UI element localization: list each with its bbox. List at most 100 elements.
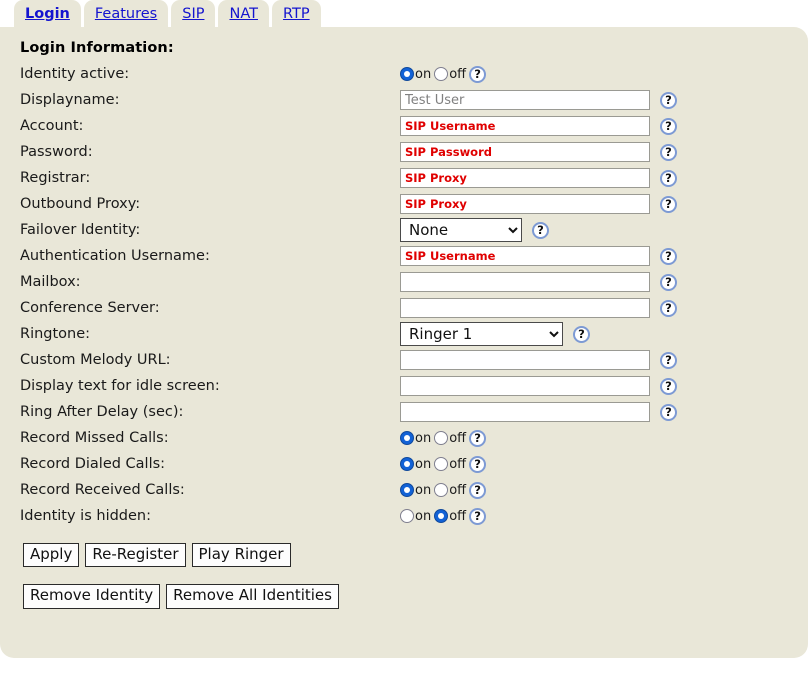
- radio-option-off-record-missed-calls[interactable]: off: [434, 431, 466, 446]
- input-password[interactable]: [400, 142, 650, 162]
- help-icon-record-received-calls[interactable]: ?: [469, 481, 487, 499]
- form-row-outbound-proxy: Outbound Proxy:?: [20, 191, 808, 217]
- tab-label: Login: [25, 5, 70, 22]
- radio-off-identity-is-hidden[interactable]: [434, 509, 449, 523]
- radio-label-off: off: [449, 508, 467, 524]
- help-icon-conference-server[interactable]: ?: [660, 299, 677, 317]
- radio-on-record-dialed-calls[interactable]: [400, 457, 414, 471]
- help-icon-authentication-username[interactable]: ?: [660, 247, 677, 265]
- label-outbound-proxy: Outbound Proxy:: [20, 196, 141, 212]
- form-row-record-received-calls: Record Received Calls: on off?: [20, 477, 808, 503]
- play-ringer-button[interactable]: Play Ringer: [191, 543, 291, 568]
- help-icon-registrar[interactable]: ?: [660, 169, 677, 187]
- remove-all-identities-button[interactable]: Remove All Identities: [166, 584, 339, 609]
- control-identity-is-hidden: on off?: [400, 507, 487, 525]
- form-row-identity-active: Identity active: on off?: [20, 61, 808, 87]
- tab-login[interactable]: Login: [14, 0, 81, 27]
- control-account: ?: [400, 116, 677, 136]
- help-icon-identity-active[interactable]: ?: [469, 65, 487, 83]
- help-icon-ring-after-delay-sec[interactable]: ?: [660, 403, 677, 421]
- control-mailbox: ?: [400, 272, 677, 292]
- label-identity-is-hidden: Identity is hidden:: [20, 508, 151, 524]
- form-row-displayname: Displayname:?: [20, 87, 808, 113]
- radio-off-record-received-calls[interactable]: [434, 483, 449, 497]
- form-row-ringtone: Ringtone: Ringer 1?: [20, 321, 808, 347]
- primary-button-row: Apply Re-Register Play Ringer: [23, 543, 808, 568]
- form-row-custom-melody-url: Custom Melody URL:?: [20, 347, 808, 373]
- radio-label-off: off: [449, 456, 467, 472]
- label-failover-identity: Failover Identity:: [20, 222, 141, 238]
- help-icon-account[interactable]: ?: [660, 117, 677, 135]
- radio-label-off: off: [449, 66, 467, 82]
- tab-nat[interactable]: NAT: [218, 0, 269, 27]
- radio-label-on: on: [415, 66, 432, 82]
- help-icon-display-text-for-idle-screen[interactable]: ?: [660, 377, 677, 395]
- radio-option-on-record-received-calls[interactable]: on: [400, 483, 431, 498]
- help-icon-record-dialed-calls[interactable]: ?: [469, 455, 487, 473]
- form-row-account: Account:?: [20, 113, 808, 139]
- radio-option-on-identity-active[interactable]: on: [400, 67, 431, 82]
- help-icon-custom-melody-url[interactable]: ?: [660, 351, 677, 369]
- help-icon-ringtone[interactable]: ?: [573, 325, 590, 343]
- remove-identity-button[interactable]: Remove Identity: [23, 584, 161, 609]
- control-registrar: ?: [400, 168, 677, 188]
- help-icon-record-missed-calls[interactable]: ?: [469, 429, 487, 447]
- label-record-missed-calls: Record Missed Calls:: [20, 430, 169, 446]
- radio-option-off-record-dialed-calls[interactable]: off: [434, 457, 466, 472]
- radio-option-on-record-missed-calls[interactable]: on: [400, 431, 431, 446]
- input-registrar[interactable]: [400, 168, 650, 188]
- input-outbound-proxy[interactable]: [400, 194, 650, 214]
- radio-group-identity-active: on off: [400, 67, 469, 82]
- select-ringtone[interactable]: Ringer 1: [400, 322, 563, 346]
- input-displayname[interactable]: [400, 90, 650, 110]
- apply-button[interactable]: Apply: [23, 543, 80, 568]
- help-icon-displayname[interactable]: ?: [660, 91, 677, 109]
- radio-option-off-record-received-calls[interactable]: off: [434, 483, 466, 498]
- control-authentication-username: ?: [400, 246, 677, 266]
- control-record-missed-calls: on off?: [400, 429, 487, 447]
- help-icon-password[interactable]: ?: [660, 143, 677, 161]
- label-record-received-calls: Record Received Calls:: [20, 482, 185, 498]
- select-failover-identity[interactable]: None: [400, 218, 522, 242]
- control-display-text-for-idle-screen: ?: [400, 376, 677, 396]
- help-icon-identity-is-hidden[interactable]: ?: [469, 507, 487, 525]
- tab-features[interactable]: Features: [83, 0, 169, 27]
- form-row-record-dialed-calls: Record Dialed Calls: on off?: [20, 451, 808, 477]
- re-register-button[interactable]: Re-Register: [85, 543, 186, 568]
- input-account[interactable]: [400, 116, 650, 136]
- radio-option-on-identity-is-hidden[interactable]: on: [400, 509, 431, 524]
- input-authentication-username[interactable]: [400, 246, 650, 266]
- radio-option-on-record-dialed-calls[interactable]: on: [400, 457, 431, 472]
- radio-on-record-missed-calls[interactable]: [400, 431, 414, 445]
- input-custom-melody-url[interactable]: [400, 350, 650, 370]
- help-icon-mailbox[interactable]: ?: [660, 273, 677, 291]
- radio-off-record-dialed-calls[interactable]: [434, 457, 449, 471]
- radio-label-on: on: [415, 482, 432, 498]
- radio-on-record-received-calls[interactable]: [400, 483, 414, 497]
- tab-label: RTP: [282, 5, 310, 22]
- label-displayname: Displayname:: [20, 92, 120, 108]
- input-ring-after-delay-sec[interactable]: [400, 402, 650, 422]
- radio-on-identity-is-hidden[interactable]: [400, 509, 414, 523]
- input-conference-server[interactable]: [400, 298, 650, 318]
- radio-off-record-missed-calls[interactable]: [434, 431, 449, 445]
- label-account: Account:: [20, 118, 84, 134]
- input-display-text-for-idle-screen[interactable]: [400, 376, 650, 396]
- label-custom-melody-url: Custom Melody URL:: [20, 352, 171, 368]
- form-row-ring-after-delay-sec: Ring After Delay (sec):?: [20, 399, 808, 425]
- input-mailbox[interactable]: [400, 272, 650, 292]
- control-conference-server: ?: [400, 298, 677, 318]
- tab-rtp[interactable]: RTP: [271, 0, 321, 27]
- control-displayname: ?: [400, 90, 677, 110]
- control-password: ?: [400, 142, 677, 162]
- tab-sip[interactable]: SIP: [171, 0, 216, 27]
- radio-on-identity-active[interactable]: [400, 67, 414, 81]
- form-row-identity-is-hidden: Identity is hidden: on off?: [20, 503, 808, 529]
- label-record-dialed-calls: Record Dialed Calls:: [20, 456, 166, 472]
- radio-option-off-identity-is-hidden[interactable]: off: [434, 509, 466, 524]
- radio-option-off-identity-active[interactable]: off: [434, 67, 466, 82]
- help-icon-failover-identity[interactable]: ?: [532, 221, 549, 239]
- help-icon-outbound-proxy[interactable]: ?: [660, 195, 677, 213]
- form-row-display-text-for-idle-screen: Display text for idle screen:?: [20, 373, 808, 399]
- radio-off-identity-active[interactable]: [434, 67, 449, 81]
